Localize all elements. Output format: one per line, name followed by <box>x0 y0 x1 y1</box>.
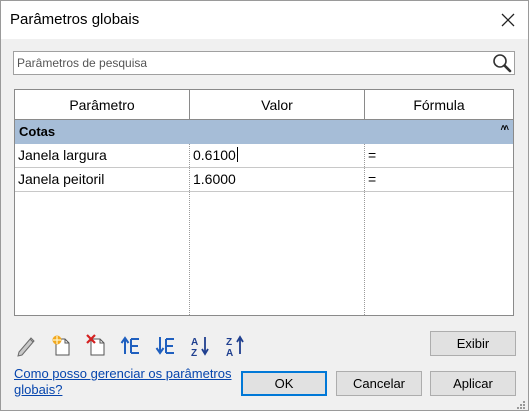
value-text: 0.6100 <box>193 147 236 163</box>
cancel-button[interactable]: Cancelar <box>336 371 422 396</box>
delete-parameter-button[interactable] <box>85 333 107 357</box>
help-link[interactable]: Como posso gerenciar os parâmetros globa… <box>14 366 239 398</box>
svg-text:A: A <box>191 337 198 348</box>
column-header-formula[interactable]: Fórmula <box>365 90 513 120</box>
title-bar: Parâmetros globais <box>1 1 528 39</box>
sort-ascending-button[interactable]: A Z <box>190 333 212 359</box>
svg-text:Z: Z <box>191 348 197 357</box>
show-button[interactable]: Exibir <box>430 331 516 356</box>
close-button[interactable] <box>488 1 528 39</box>
apply-button[interactable]: Aplicar <box>430 371 516 396</box>
search-icon <box>493 54 512 73</box>
move-down-icon <box>155 337 174 355</box>
resize-grip-icon[interactable] <box>516 398 526 409</box>
sort-descending-icon: Z A <box>226 335 244 359</box>
column-header-value[interactable]: Valor <box>190 90 365 120</box>
cell-value-janela-peitoril[interactable]: 1.6000 <box>190 168 365 192</box>
search-button[interactable] <box>491 53 513 73</box>
move-up-icon <box>120 336 139 354</box>
group-label: Cotas <box>19 124 56 139</box>
sort-ascending-icon: A Z <box>191 337 209 359</box>
group-row-cotas[interactable]: Cotas ˄˄ <box>15 120 513 144</box>
parameters-table: Parâmetro Valor Fórmula Cotas ˄˄ Janela … <box>14 89 514 316</box>
close-icon <box>501 13 515 27</box>
svg-text:A: A <box>226 348 233 357</box>
cell-parameter-janela-largura[interactable]: Janela largura <box>15 144 190 168</box>
dialog-title: Parâmetros globais <box>10 11 140 28</box>
sort-descending-button[interactable]: Z A <box>225 333 247 359</box>
move-down-button[interactable] <box>155 333 177 357</box>
svg-text:Z: Z <box>226 337 232 348</box>
cell-formula-janela-largura[interactable]: = <box>365 144 513 168</box>
cell-formula-janela-peitoril[interactable]: = <box>365 168 513 192</box>
move-up-button[interactable] <box>120 333 142 357</box>
global-parameters-dialog: Parâmetros globais Parâmetro Valor Fórmu… <box>0 0 529 411</box>
edit-parameter-button[interactable] <box>15 333 37 357</box>
search-box <box>13 51 515 75</box>
search-input[interactable] <box>17 54 487 72</box>
new-parameter-button[interactable] <box>50 333 72 357</box>
ok-button[interactable]: OK <box>241 371 327 396</box>
new-parameter-icon <box>52 335 70 356</box>
column-header-parameter[interactable]: Parâmetro <box>15 90 190 120</box>
edit-pencil-icon <box>17 337 35 357</box>
cell-value-janela-largura[interactable]: 0.6100 <box>190 144 365 168</box>
collapse-chevron-icon[interactable]: ˄˄ <box>500 123 508 133</box>
delete-parameter-icon <box>86 334 105 356</box>
cell-parameter-janela-peitoril[interactable]: Janela peitoril <box>15 168 190 192</box>
text-caret <box>236 147 238 162</box>
